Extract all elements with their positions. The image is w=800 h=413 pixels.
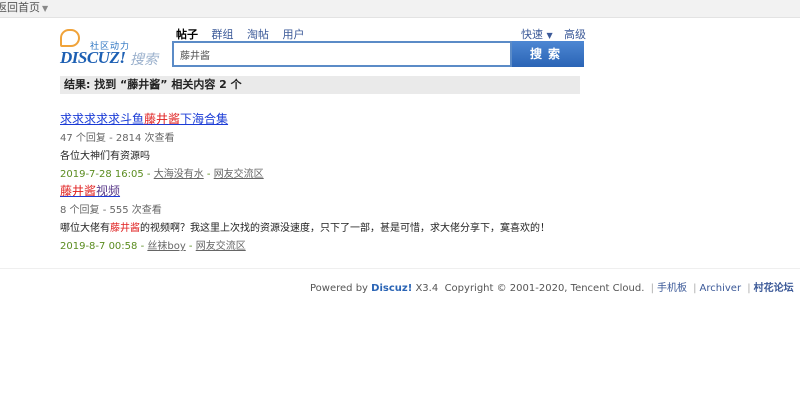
tab-posts[interactable]: 帖子 — [176, 28, 198, 41]
search-box — [172, 41, 512, 67]
result-meta: 2019-8-7 00:58 - 丝袜boy - 网友交流区 — [60, 241, 246, 252]
footer-version: X3.4 — [415, 283, 439, 294]
chevron-down-icon: ▼ — [42, 4, 49, 13]
logo-brand: DISCUZ! — [60, 48, 126, 67]
footer-divider — [0, 268, 800, 269]
result-title-link[interactable]: 求求求求求斗鱼藤井酱下海合集 — [60, 110, 228, 127]
result-date: 2019-8-7 00:58 — [60, 241, 138, 252]
footer-separator: | — [693, 283, 697, 294]
tab-groups[interactable]: 群组 — [212, 28, 234, 41]
author-link[interactable]: 丝袜boy — [147, 241, 185, 252]
title-text: 视频 — [96, 184, 121, 198]
advanced-search-link[interactable]: 高级 — [564, 26, 586, 42]
result-snippet: 哪位大佬有藤井酱的视频啊？我这里上次找的资源没速度，只下了一部，甚是可惜，求大佬… — [60, 219, 550, 234]
result-stats: 8 个回复 - 555 次查看 — [60, 205, 162, 216]
snippet-text: 各位大神们有资源吗 — [60, 151, 150, 162]
result-snippet: 各位大神们有资源吗 — [60, 147, 264, 162]
footer-mobile-link[interactable]: 手机板 — [657, 283, 687, 294]
footer-brand-link[interactable]: Discuz! — [371, 283, 412, 294]
search-input[interactable] — [174, 44, 506, 64]
result-meta: 2019-7-28 16:05 - 大海没有水 - 网友交流区 — [60, 169, 264, 180]
title-highlight: 藤井酱 — [144, 112, 181, 126]
list-item: 求求求求求斗鱼藤井酱下海合集 47 个回复 - 2814 次查看 各位大神们有资… — [60, 110, 264, 180]
speech-bubble-icon — [60, 29, 80, 47]
footer-archiver-link[interactable]: Archiver — [700, 283, 742, 294]
footer-powered: Powered by — [310, 283, 368, 294]
home-link[interactable]: 返回首页 ▼ — [0, 0, 48, 16]
quick-search-label: 快速 — [521, 28, 543, 41]
search-button[interactable]: 搜索 — [512, 41, 584, 67]
footer-copyright: Copyright © 2001-2020, Tencent Cloud. — [444, 283, 645, 294]
snippet-text: 的视频啊？我这里上次找的资源没速度，只下了一部，甚是可惜，求大佬分享下，寞喜欢的… — [140, 223, 550, 234]
forum-link[interactable]: 网友交流区 — [196, 241, 246, 252]
result-summary: 结果: 找到 “藤井酱” 相关内容 2 个 — [60, 76, 580, 94]
logo-search-text: 搜索 — [130, 52, 158, 68]
tab-users[interactable]: 用户 — [283, 28, 305, 41]
top-bar: 返回首页 ▼ — [0, 0, 800, 18]
result-stats: 47 个回复 - 2814 次查看 — [60, 133, 175, 144]
search-type-tabs: 帖子 群组 淘帖 用户 — [176, 26, 315, 42]
title-text: 下海合集 — [180, 112, 229, 126]
tab-collections[interactable]: 淘帖 — [247, 28, 269, 41]
result-title-link[interactable]: 藤井酱视频 — [60, 182, 120, 199]
author-link[interactable]: 大海没有水 — [154, 169, 204, 180]
footer-separator: | — [747, 283, 751, 294]
snippet-highlight: 藤井酱 — [110, 223, 140, 234]
footer: Powered by Discuz! X3.4 Copyright © 2001… — [310, 279, 800, 294]
title-highlight: 藤井酱 — [60, 184, 97, 198]
title-text: 求求求求求斗鱼 — [60, 112, 145, 126]
chevron-down-icon: ▼ — [546, 31, 553, 40]
site-logo[interactable]: 社区动力 DISCUZ! 搜索 — [60, 27, 160, 68]
snippet-text: 哪位大佬有 — [60, 223, 110, 234]
quick-search-toggle[interactable]: 快速 ▼ — [521, 26, 553, 42]
list-item: 藤井酱视频 8 个回复 - 555 次查看 哪位大佬有藤井酱的视频啊？我这里上次… — [60, 182, 550, 252]
footer-separator: | — [650, 283, 654, 294]
forum-link[interactable]: 网友交流区 — [214, 169, 264, 180]
footer-site-link[interactable]: 村花论坛 — [754, 283, 794, 294]
home-link-label: 返回首页 — [0, 1, 40, 14]
result-date: 2019-7-28 16:05 — [60, 169, 144, 180]
